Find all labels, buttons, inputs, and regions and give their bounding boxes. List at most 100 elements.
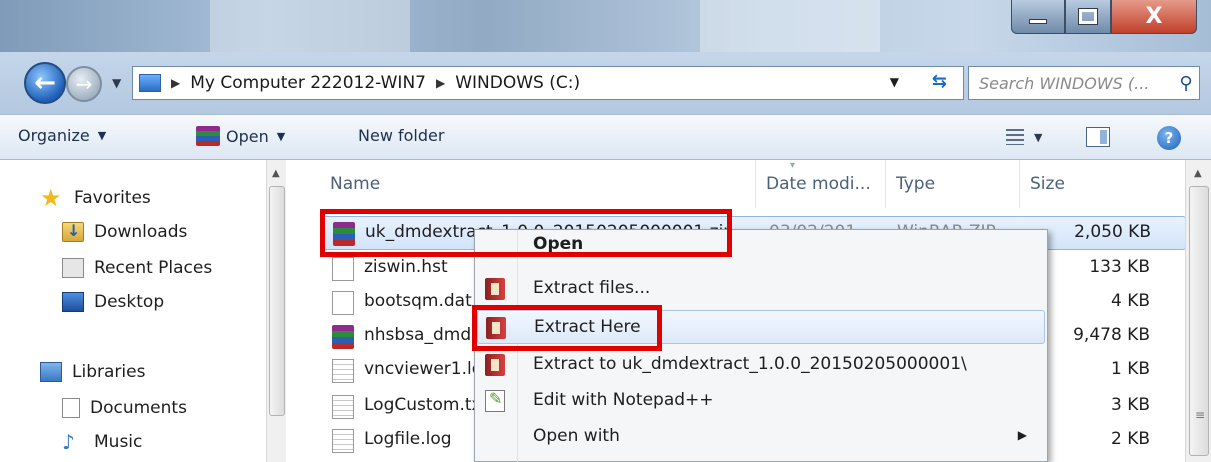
chevron-down-icon: ▼ [276, 129, 286, 143]
search-input[interactable]: Search WINDOWS (... ⚲ [968, 66, 1200, 100]
nav-label: Libraries [72, 362, 146, 382]
file-icon [332, 291, 354, 315]
documents-icon [62, 398, 80, 418]
window-controls: X [1011, 0, 1197, 34]
address-bar[interactable]: ▶ My Computer 222012-WIN7 ▶ WINDOWS (C:)… [132, 66, 964, 100]
nav-music[interactable]: ♪ Music [62, 430, 142, 454]
open-button[interactable]: Open ▼ [196, 126, 285, 146]
log-file-icon [332, 429, 354, 453]
back-button[interactable]: ← [24, 62, 66, 104]
back-arrow-icon: ← [34, 68, 56, 98]
new-folder-label: New folder [358, 126, 445, 145]
nav-label: Downloads [94, 222, 188, 242]
star-icon: ★ [40, 184, 62, 212]
file-name: ziswin.hst [364, 257, 448, 277]
column-label: Type [896, 174, 936, 194]
nav-recent-places[interactable]: Recent Places [62, 256, 212, 280]
help-icon[interactable]: ? [1157, 126, 1181, 150]
command-bar: Organize ▼ Open ▼ New folder ▼ ? [0, 114, 1211, 160]
address-row: ← → ▼ ▶ My Computer 222012-WIN7 ▶ WINDOW… [0, 52, 1211, 114]
file-size: 1 KB [1110, 359, 1150, 379]
menu-item-open[interactable]: Open [477, 234, 1045, 268]
file-name: bootsqm.dat [364, 291, 472, 311]
close-button[interactable]: X [1111, 0, 1197, 34]
preview-pane-icon[interactable] [1086, 127, 1110, 147]
column-header-type[interactable]: Type [886, 160, 1020, 208]
file-name: LogCustom.txt [364, 395, 474, 415]
menu-item-open-with[interactable]: Open with ▶ [477, 420, 1045, 454]
forward-arrow-icon: → [75, 72, 93, 96]
libraries-icon [40, 362, 62, 382]
menu-item-label: Edit with Notepad++ [533, 390, 714, 410]
nav-libraries[interactable]: Libraries [40, 360, 145, 384]
column-header-size[interactable]: Size [1020, 160, 1156, 208]
nav-downloads[interactable]: Downloads [62, 220, 187, 244]
title-bar: X [0, 0, 1211, 52]
winrar-icon [486, 317, 506, 339]
maximize-button[interactable] [1065, 0, 1111, 34]
log-file-icon [332, 359, 354, 383]
scroll-up-icon[interactable]: ▲ [1194, 168, 1202, 179]
file-size: 133 KB [1089, 257, 1150, 277]
organize-button[interactable]: Organize ▼ [18, 126, 106, 145]
menu-item-label: Open [533, 234, 584, 254]
nav-desktop[interactable]: Desktop [62, 290, 164, 314]
address-dropdown-icon[interactable]: ▼ [890, 75, 899, 89]
winrar-icon [196, 126, 220, 146]
column-header-date[interactable]: Date modi... [756, 160, 886, 208]
file-list-scrollbar[interactable]: ▲ ≡ [1185, 160, 1211, 462]
file-size: 3 KB [1110, 395, 1150, 415]
nav-label: Music [94, 432, 143, 452]
downloads-folder-icon [62, 221, 84, 242]
nav-scrollbar[interactable]: ▲ [266, 160, 286, 462]
nav-favorites[interactable]: ★ Favorites [40, 186, 151, 210]
chevron-down-icon[interactable]: ▼ [1034, 131, 1042, 144]
column-header-name[interactable]: Name [320, 160, 756, 208]
music-icon: ♪ [62, 430, 75, 454]
column-label: Size [1030, 174, 1065, 194]
breadcrumb-my-computer[interactable]: My Computer 222012-WIN7 [190, 73, 426, 93]
recent-places-icon [62, 258, 84, 278]
search-icon[interactable]: ⚲ [1173, 73, 1199, 94]
file-name: vncviewer1.log [364, 359, 474, 379]
file-size: 9,478 KB [1073, 325, 1150, 345]
menu-item-extract-to[interactable]: Extract to uk_dmdextract_1.0.0_201502050… [477, 348, 1045, 382]
menu-item-label: Extract to uk_dmdextract_1.0.0_201502050… [533, 354, 967, 374]
computer-icon [139, 74, 161, 92]
menu-item-extract-here[interactable]: Extract Here [477, 310, 1045, 344]
nav-label: Recent Places [94, 258, 213, 278]
organize-label: Organize [18, 126, 90, 145]
navigation-pane: ★ Favorites Downloads Recent Places Deskt… [0, 160, 290, 462]
scrollbar-thumb[interactable] [269, 186, 285, 416]
nav-label: Documents [90, 398, 187, 418]
breadcrumb-separator-icon[interactable]: ▶ [171, 76, 180, 90]
menu-item-edit-notepad-plus-plus[interactable]: Edit with Notepad++ [477, 384, 1045, 418]
file-icon [332, 257, 354, 281]
forward-button[interactable]: → [66, 66, 102, 102]
minimize-button[interactable] [1011, 0, 1065, 34]
file-name: Logfile.log [364, 429, 452, 449]
file-size: 4 KB [1110, 291, 1150, 311]
menu-item-extract-files[interactable]: Extract files... [477, 272, 1045, 306]
submenu-arrow-icon: ▶ [1017, 428, 1027, 442]
recent-pages-dropdown[interactable]: ▼ [112, 76, 121, 90]
nav-label: Favorites [74, 188, 151, 208]
maximize-icon [1078, 8, 1098, 25]
search-placeholder: Search WINDOWS (... [979, 73, 1150, 93]
open-label: Open [226, 126, 269, 146]
breadcrumb-windows-c[interactable]: WINDOWS (C:) [455, 73, 580, 93]
winrar-archive-icon [332, 325, 354, 349]
breadcrumb-separator-icon[interactable]: ▶ [436, 76, 445, 90]
context-menu: Open Extract files... Extract Here Extra… [474, 229, 1048, 462]
file-size: 2 KB [1110, 429, 1150, 449]
title-glass-reflection [700, 0, 880, 52]
scrollbar-grip-icon: ≡ [1195, 408, 1206, 422]
new-folder-button[interactable]: New folder [358, 126, 444, 145]
winrar-icon [485, 278, 505, 300]
change-view-icon[interactable] [1006, 129, 1024, 145]
scroll-up-icon[interactable]: ▲ [272, 168, 280, 179]
nav-documents[interactable]: Documents [62, 396, 187, 420]
refresh-icon[interactable]: ⇆ [932, 71, 947, 92]
desktop-icon [62, 292, 84, 312]
winrar-icon [485, 354, 505, 376]
